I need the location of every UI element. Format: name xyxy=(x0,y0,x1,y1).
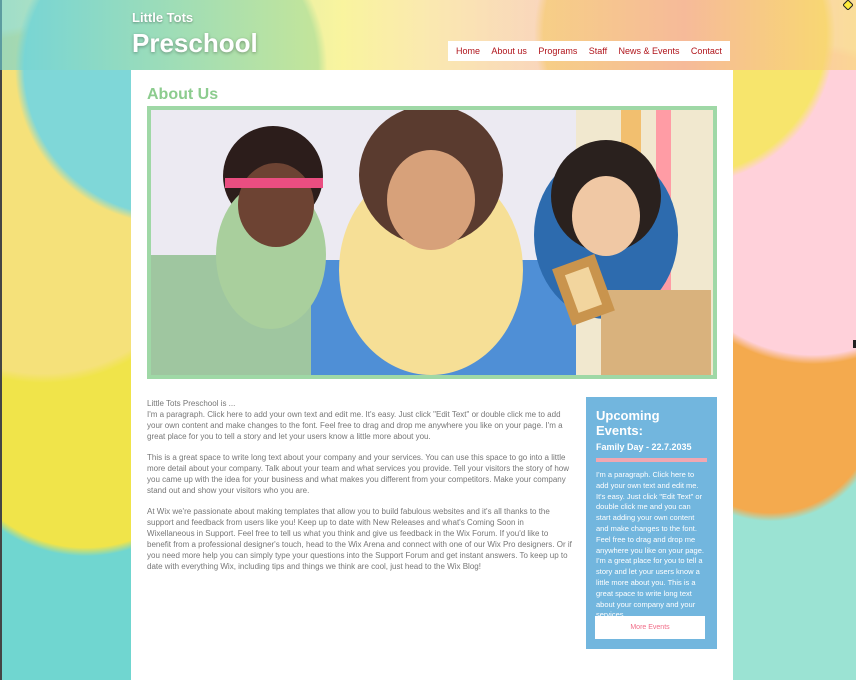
event-divider xyxy=(596,458,707,462)
about-text: Little Tots Preschool is ... I'm a parag… xyxy=(147,398,573,582)
brand-small: Little Tots xyxy=(132,10,194,25)
page-title: About Us xyxy=(147,86,219,103)
hero-image xyxy=(147,106,717,379)
nav-news-events[interactable]: News & Events xyxy=(618,46,679,56)
nav-home[interactable]: Home xyxy=(456,46,480,56)
event-date: Family Day - 22.7.2035 xyxy=(596,442,692,452)
sidebar-title: Upcoming Events: xyxy=(596,408,660,438)
window-edge xyxy=(0,0,2,680)
paragraph-3: At Wix we're passionate about making tem… xyxy=(147,507,572,571)
more-events-button[interactable]: More Events xyxy=(595,616,705,639)
paragraph-2: This is a great space to write long text… xyxy=(147,453,569,495)
nav-programs[interactable]: Programs xyxy=(538,46,577,56)
nav-about-us[interactable]: About us xyxy=(491,46,527,56)
nav-contact[interactable]: Contact xyxy=(691,46,722,56)
content-panel: About Us Little Tots Preschool is ... I'… xyxy=(131,70,733,680)
sidebar-copy: I'm a paragraph. Click here to add your … xyxy=(596,470,704,620)
brand-large: Preschool xyxy=(132,28,258,58)
paragraph-1: Little Tots Preschool is ... I'm a parag… xyxy=(147,399,563,441)
upcoming-events-panel: Upcoming Events: Family Day - 22.7.2035 … xyxy=(586,397,717,649)
diamond-icon xyxy=(843,0,853,10)
main-navigation: Home About us Programs Staff News & Even… xyxy=(448,41,730,61)
hero-illustration xyxy=(151,110,713,375)
nav-staff[interactable]: Staff xyxy=(589,46,607,56)
